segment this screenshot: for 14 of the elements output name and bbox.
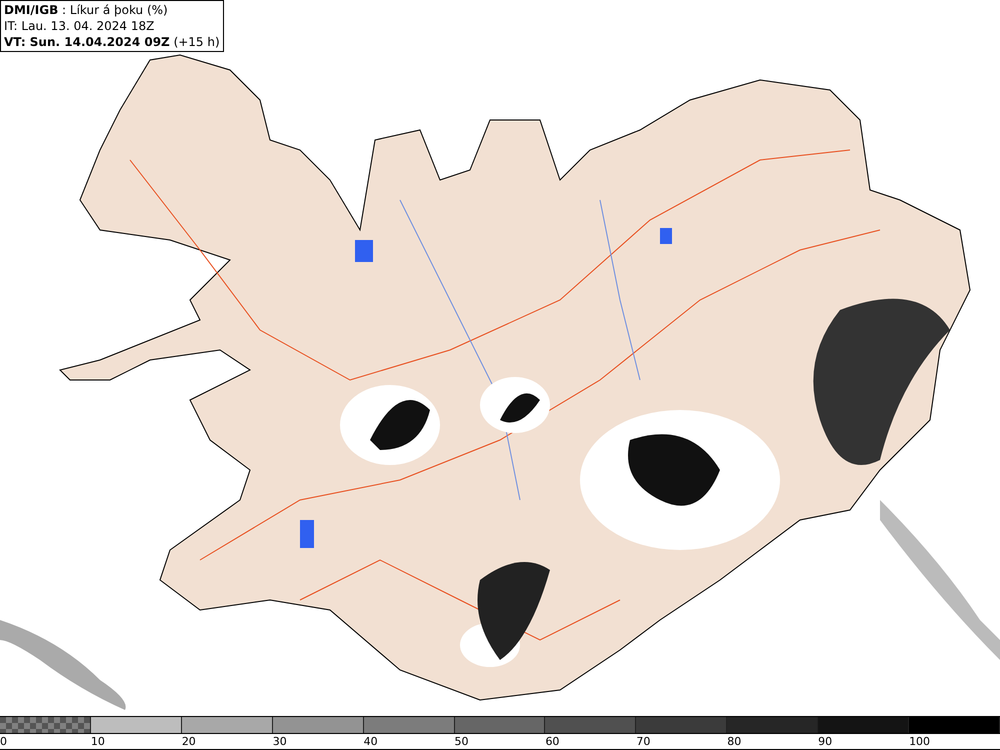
info-line: DMI/IGB : Líkur á þoku (%) bbox=[4, 2, 169, 18]
legend-tick-label: 90 bbox=[818, 735, 832, 748]
legend-tick-label: 40 bbox=[364, 735, 378, 748]
legend-tick-label: 0 bbox=[0, 735, 7, 748]
legend-tick-label: 10 bbox=[90, 735, 105, 748]
legend-tick-label: 70 bbox=[636, 735, 650, 748]
info-line: VT: Sun. 14.04.2024 09Z (+15 h) bbox=[4, 34, 220, 50]
info-line: IT: Lau. 13. 04. 2024 18Z bbox=[4, 18, 156, 34]
legend-tick-label: 20 bbox=[182, 735, 196, 748]
legend-tick-label: 100 bbox=[909, 735, 930, 748]
legend-tick-label: 60 bbox=[545, 735, 560, 748]
legend-tick-label: 80 bbox=[727, 735, 742, 748]
legend-tick-label: 30 bbox=[272, 735, 287, 748]
legend-tick-label: 50 bbox=[454, 735, 469, 748]
